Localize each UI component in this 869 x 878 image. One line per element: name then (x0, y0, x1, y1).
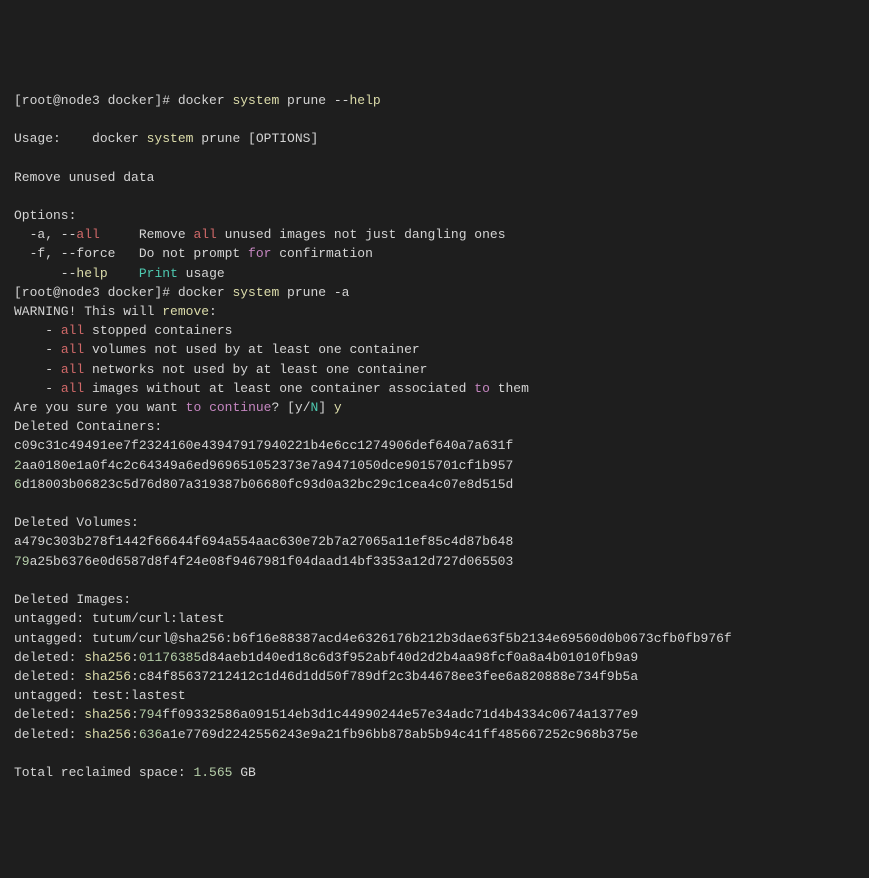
bullet-networks: - all networks not used by at least one … (14, 362, 427, 377)
deleted-images-header: Deleted Images: (14, 592, 131, 607)
bullet-images: - all images without at least one contai… (14, 381, 529, 396)
container-hash: 2aa0180e1a0f4c2c64349a6ed969651052373e7a… (14, 458, 513, 473)
prompt-line-1: [root@node3 docker]# docker system prune… (14, 93, 381, 108)
image-line: deleted: sha256:636a1e7769d2242556243e9a… (14, 727, 638, 742)
options-header: Options: (14, 208, 76, 223)
image-line: deleted: sha256:c84f85637212412c1d46d1dd… (14, 669, 638, 684)
option-help: --help Print usage (14, 266, 225, 281)
prompt-line-2: [root@node3 docker]# docker system prune… (14, 285, 349, 300)
container-hash: c09c31c49491ee7f2324160e43947917940221b4… (14, 438, 513, 453)
confirm-prompt[interactable]: Are you sure you want to continue? [y/N]… (14, 400, 342, 415)
volume-hash: a479c303b278f1442f66644f694a554aac630e72… (14, 534, 513, 549)
warning-line: WARNING! This will remove: (14, 304, 217, 319)
image-line: deleted: sha256:794ff09332586a091514eb3d… (14, 707, 638, 722)
deleted-containers-header: Deleted Containers: (14, 419, 162, 434)
usage-line: Usage: docker system prune [OPTIONS] (14, 131, 318, 146)
bullet-containers: - all stopped containers (14, 323, 232, 338)
image-line: untagged: tutum/curl@sha256:b6f16e88387a… (14, 631, 732, 646)
image-line: deleted: sha256:01176385d84aeb1d40ed18c6… (14, 650, 638, 665)
volume-hash: 79a25b6376e0d6587d8f4f24e08f9467981f04da… (14, 554, 513, 569)
option-all: -a, --all Remove all unused images not j… (14, 227, 506, 242)
container-hash: 6d18003b06823c5d76d807a319387b06680fc93d… (14, 477, 513, 492)
bullet-volumes: - all volumes not used by at least one c… (14, 342, 420, 357)
option-force: -f, --force Do not prompt for confirmati… (14, 246, 373, 261)
description: Remove unused data (14, 170, 154, 185)
total-reclaimed: Total reclaimed space: 1.565 GB (14, 765, 256, 780)
terminal-output: [root@node3 docker]# docker system prune… (14, 91, 855, 782)
image-line: untagged: tutum/curl:latest (14, 611, 225, 626)
deleted-volumes-header: Deleted Volumes: (14, 515, 139, 530)
image-line: untagged: test:lastest (14, 688, 186, 703)
